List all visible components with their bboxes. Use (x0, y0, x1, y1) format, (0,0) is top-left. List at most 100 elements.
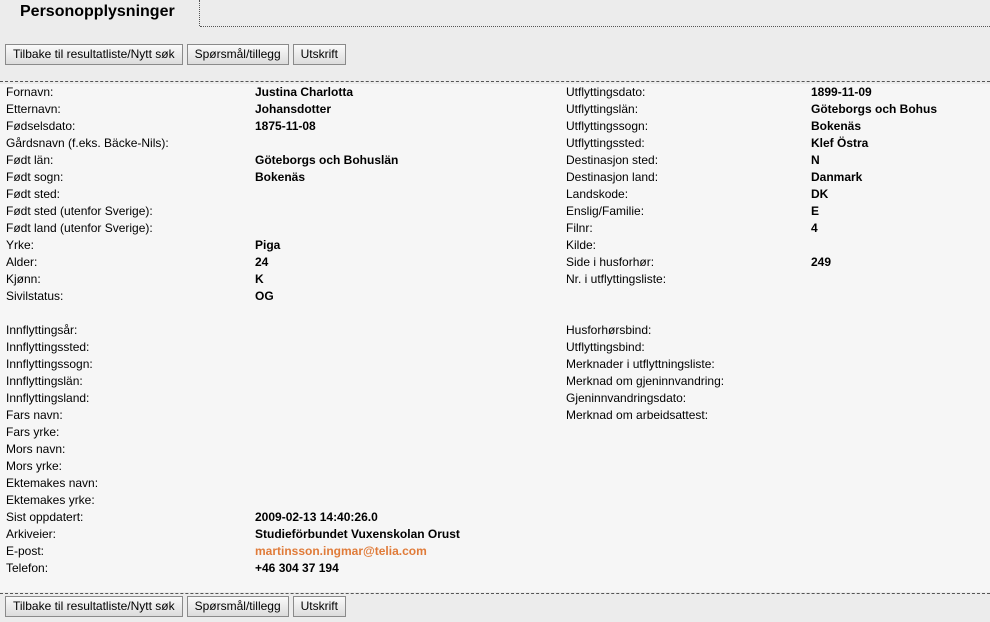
detail-label: Enslig/Familie: (566, 204, 645, 218)
detail-row: Utflyttingsdato: 1899-11-09 (566, 84, 986, 101)
page-title: Personopplysninger (20, 3, 175, 20)
detail-label: Husforhørsbind: (566, 323, 652, 337)
detail-row: Side i husforhør: 249 (566, 254, 986, 271)
bottom-toolbar: Tilbake til resultatliste/Nytt søk Spørs… (5, 596, 346, 618)
detail-label: Innflyttingsår: (6, 323, 78, 337)
detail-value: Bokenäs (255, 170, 306, 184)
back-to-results-button[interactable]: Tilbake til resultatliste/Nytt søk (5, 44, 183, 65)
detail-row: Sist oppdatert: 2009-02-13 14:40:26.0 (6, 509, 556, 526)
tab-bar: Personopplysninger (0, 0, 990, 27)
detail-row: Innflyttingssted: (6, 339, 556, 356)
detail-row: Merknad om gjeninnvandring: (566, 373, 986, 390)
tab-personopplysninger[interactable]: Personopplysninger (0, 0, 200, 26)
detail-row: Innflyttingsland: (6, 390, 556, 407)
detail-label: Arkiveier: (6, 527, 57, 541)
print-button[interactable]: Utskrift (292, 596, 346, 617)
detail-label: Fars navn: (6, 408, 63, 422)
detail-value: Studieförbundet Vuxenskolan Orust (255, 527, 460, 541)
detail-label: Utflyttingslän: (566, 102, 639, 116)
detail-label: Destinasjon land: (566, 170, 659, 184)
detail-value: 1899-11-09 (811, 85, 872, 99)
detail-value: Justina Charlotta (255, 85, 354, 99)
detail-row: Utflyttingslän: Göteborgs och Bohus (566, 101, 986, 118)
detail-label: Innflyttingsland: (6, 391, 90, 405)
detail-row: Enslig/Familie: E (566, 203, 986, 220)
detail-value: 24 (255, 255, 269, 269)
detail-label: Merknader i utflyttningsliste: (566, 357, 715, 371)
detail-label: Fødselsdato: (6, 119, 76, 133)
detail-label: Kilde: (566, 238, 597, 252)
detail-label: Født sogn: (6, 170, 64, 184)
detail-row: Etternavn: Johansdotter (6, 101, 556, 118)
left-details-column: Fornavn: Justina Charlotta Etternavn: Johan… (6, 84, 556, 577)
detail-value: +46 304 37 194 (255, 561, 339, 575)
detail-row: Arkiveier: Studieförbundet Vuxenskolan Or… (6, 526, 556, 543)
detail-label: Sivilstatus: (6, 289, 64, 303)
detail-label: E-post: (6, 544, 45, 558)
detail-row: Fars yrke: (6, 424, 556, 441)
detail-label: Fornavn: (6, 85, 54, 99)
detail-row: Innflyttingslän: (6, 373, 556, 390)
bottom-divider (0, 593, 990, 594)
detail-row: Nr. i utflyttingsliste: (566, 271, 986, 288)
detail-label: Side i husforhør: (566, 255, 655, 269)
detail-row: Ektemakes yrke: (6, 492, 556, 509)
detail-label: Utflyttingsbind: (566, 340, 645, 354)
detail-row: Landskode: DK (566, 186, 986, 203)
detail-row: Yrke: Piga (6, 237, 556, 254)
detail-row: Merknader i utflyttningsliste: (566, 356, 986, 373)
detail-label: Født sted: (6, 187, 61, 201)
detail-row: Mors yrke: (6, 458, 556, 475)
detail-value: E (811, 204, 820, 218)
detail-value: OG (255, 289, 274, 303)
detail-row: Alder: 24 (6, 254, 556, 271)
detail-row: Innflyttingssogn: (6, 356, 556, 373)
detail-label: Etternavn: (6, 102, 61, 116)
back-to-results-button[interactable]: Tilbake til resultatliste/Nytt søk (5, 596, 183, 617)
detail-row (6, 305, 556, 322)
detail-row: Mors navn: (6, 441, 556, 458)
detail-value: 249 (811, 255, 832, 269)
detail-label: Født sted (utenfor Sverige): (6, 204, 153, 218)
question-addition-button[interactable]: Spørsmål/tillegg (186, 44, 289, 65)
detail-row: Gjeninnvandringsdato: (566, 390, 986, 407)
detail-label: Filnr: (566, 221, 593, 235)
detail-label: Gjeninnvandringsdato: (566, 391, 687, 405)
detail-label: Født land (utenfor Sverige): (6, 221, 153, 235)
detail-label: Telefon: (6, 561, 49, 575)
detail-label: Utflyttingssted: (566, 136, 645, 150)
detail-row: Husforhørsbind: (566, 322, 986, 339)
detail-value: Göteborgs och Bohuslän (255, 153, 399, 167)
detail-row (566, 288, 986, 305)
detail-label: Innflyttingssted: (6, 340, 90, 354)
detail-label: Ektemakes navn: (6, 476, 99, 490)
tab-bar-filler (200, 0, 990, 27)
detail-row: Utflyttingsbind: (566, 339, 986, 356)
detail-label: Innflyttingssogn: (6, 357, 93, 371)
detail-row: Fødselsdato: 1875-11-08 (6, 118, 556, 135)
detail-label: Utflyttingssogn: (566, 119, 649, 133)
detail-label: Mors yrke: (6, 459, 63, 473)
right-details-column: Utflyttingsdato: 1899-11-09 Utflyttingslän… (566, 84, 986, 424)
detail-row: Utflyttingssogn: Bokenäs (566, 118, 986, 135)
detail-label: Landskode: (566, 187, 629, 201)
detail-row: Merknad om arbeidsattest: (566, 407, 986, 424)
question-addition-button[interactable]: Spørsmål/tillegg (186, 596, 289, 617)
detail-row: Født sogn: Bokenäs (6, 169, 556, 186)
detail-value: DK (811, 187, 829, 201)
detail-label: Gårdsnavn (f.eks. Bäcke-Nils): (6, 136, 169, 150)
detail-value: Bokenäs (811, 119, 862, 133)
detail-label: Merknad om arbeidsattest: (566, 408, 709, 422)
detail-row: Fornavn: Justina Charlotta (6, 84, 556, 101)
detail-label: Nr. i utflyttingsliste: (566, 272, 667, 286)
detail-label: Født län: (6, 153, 54, 167)
detail-row: Destinasjon land: Danmark (566, 169, 986, 186)
top-toolbar: Tilbake til resultatliste/Nytt søk Spørs… (5, 44, 346, 66)
email-link[interactable]: martinsson.ingmar@telia.com (255, 543, 427, 560)
detail-label: Yrke: (6, 238, 35, 252)
detail-row: Innflyttingsår: (6, 322, 556, 339)
detail-label: Kjønn: (6, 272, 41, 286)
print-button[interactable]: Utskrift (292, 44, 346, 65)
detail-row: Sivilstatus: OG (6, 288, 556, 305)
detail-row: Telefon: +46 304 37 194 (6, 560, 556, 577)
